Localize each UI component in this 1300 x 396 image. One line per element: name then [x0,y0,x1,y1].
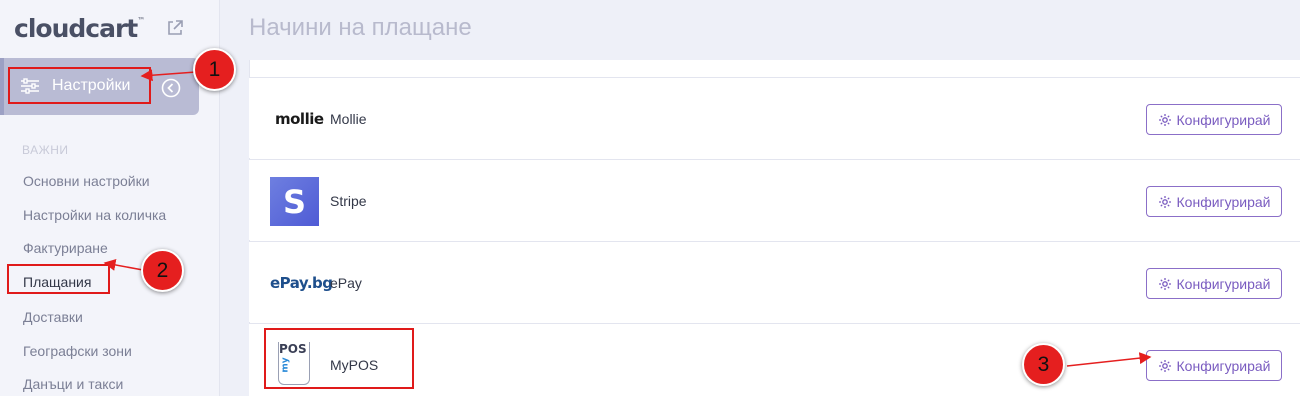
gear-icon [1158,113,1171,126]
configure-label: Конфигурирай [1176,193,1271,210]
mypos-logo: POS my [278,342,310,385]
provider-name: Stripe [330,193,367,209]
sidebar-item-taxes[interactable]: Данъци и такси [23,376,123,392]
provider-name: MyPOS [330,357,379,373]
gear-icon [1158,277,1171,290]
configure-button-stripe[interactable]: Конфигурирай [1146,186,1282,217]
sidebar-item-geo-zones[interactable]: Географски зони [23,343,132,359]
sidebar-item-payments[interactable]: Плащания [23,274,91,290]
payment-row-stripe: S Stripe Конфигурирай [249,159,1300,240]
mollie-logo: mollie [275,110,324,128]
settings-label: Настройки [52,76,131,94]
payment-row-epay: ePay.bg ePay Конфигурирай [249,241,1300,322]
collapse-sidebar-icon[interactable] [161,78,181,98]
configure-label: Конфигурирай [1176,111,1271,128]
page-title: Начини на плащане [249,14,472,41]
sidebar-item-basic-settings[interactable]: Основни настройки [23,173,150,189]
epay-logo: ePay.bg [270,274,333,292]
sidebar-item-shipping[interactable]: Доставки [23,309,83,325]
provider-name: Mollie [330,111,367,127]
settings-button[interactable]: Настройки [8,67,151,104]
configure-button-epay[interactable]: Конфигурирай [1146,268,1282,299]
annotation-badge-3: 3 [1022,343,1065,386]
section-title-important: ВАЖНИ [22,143,69,157]
sidebar-item-cart-settings[interactable]: Настройки на количка [23,207,166,223]
provider-name: ePay [330,275,362,291]
configure-label: Конфигурирай [1176,275,1271,292]
annotation-badge-1: 1 [193,48,236,91]
external-link-icon[interactable] [166,19,184,37]
configure-button-mypos[interactable]: Конфигурирай [1146,350,1282,381]
stripe-logo: S [270,177,319,226]
sliders-icon [21,77,39,94]
payment-row-mollie: mollie Mollie Конфигурирай [249,77,1300,158]
payment-row-mypos: POS my MyPOS Конфигурирай [249,323,1300,396]
sidebar: cloudcart™ Настройки ВАЖНИ Основни настр… [0,0,220,396]
gear-icon [1158,359,1171,372]
cloudcart-logo[interactable]: cloudcart™ [14,14,145,43]
configure-label: Конфигурирай [1176,357,1271,374]
sidebar-item-invoicing[interactable]: Фактуриране [23,240,108,256]
configure-button-mollie[interactable]: Конфигурирай [1146,104,1282,135]
gear-icon [1158,195,1171,208]
annotation-badge-2: 2 [141,249,184,292]
